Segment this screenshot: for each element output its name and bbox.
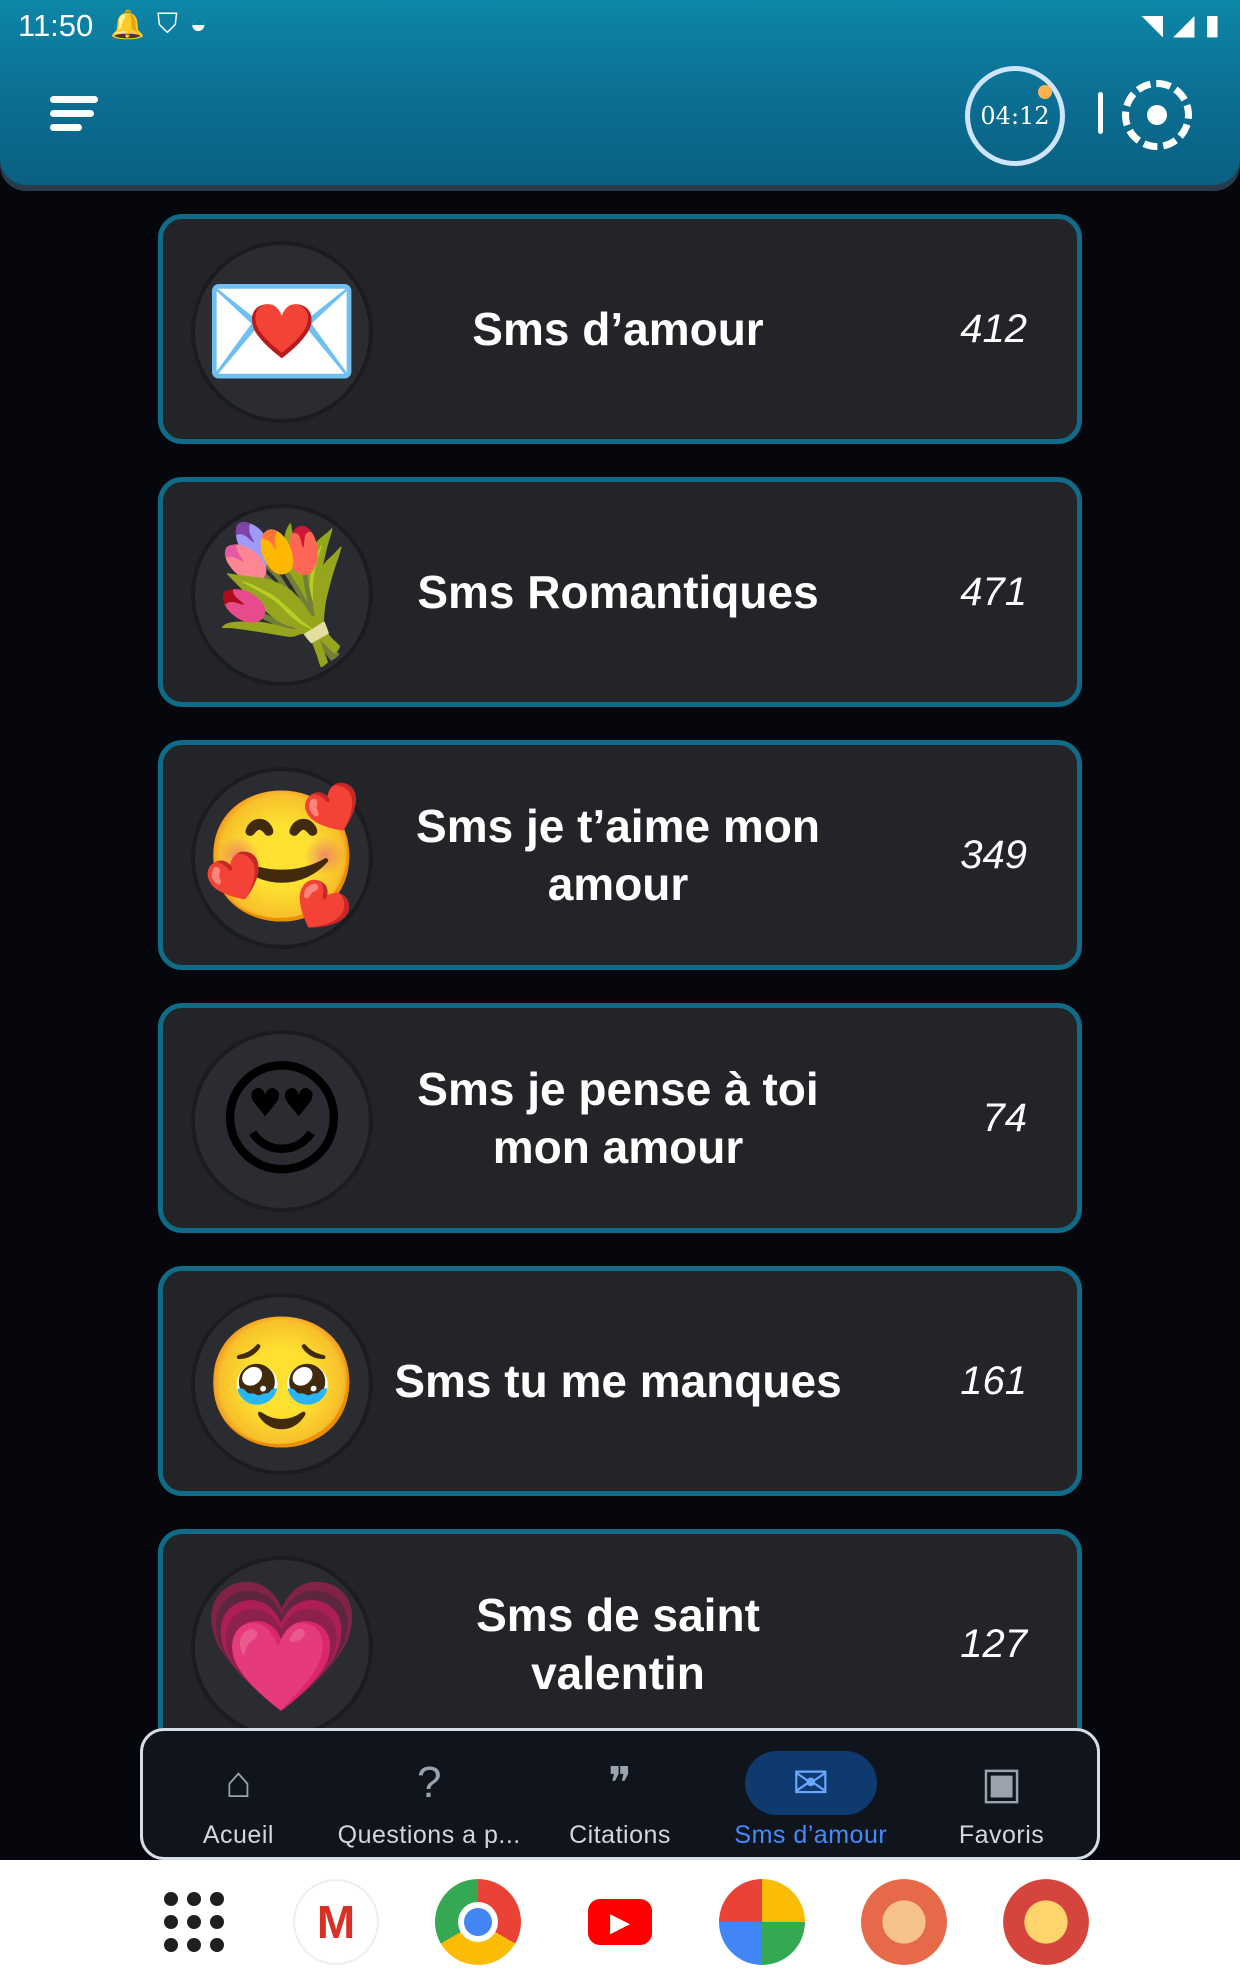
notification-icon: 🔔 — [110, 9, 145, 40]
chrome-icon[interactable] — [435, 1879, 521, 1965]
category-card[interactable]: 💐 Sms Romantiques 471 — [158, 477, 1082, 707]
nav-label: Acueil — [202, 1821, 274, 1849]
nav-item-favoris[interactable]: ▣ Favoris — [906, 1731, 1097, 1857]
timer-value: 04:12 — [980, 102, 1050, 130]
category-count: 471 — [960, 569, 1027, 614]
nav-label: Sms d’amour — [734, 1821, 888, 1849]
bouquet-icon: 💐 — [191, 504, 373, 686]
category-count: 74 — [982, 1095, 1028, 1140]
category-title: Sms tu me manques — [394, 1355, 842, 1407]
app-icon-2[interactable] — [1003, 1879, 1089, 1965]
battery-icon: ▮ — [1204, 9, 1220, 40]
nav-item-sms-amour[interactable]: ✉ Sms d’amour — [715, 1731, 906, 1857]
screen: 11:50 🔔 ⛉ ◒ ◥ ◢ ▮ 04:12 💌 Sms d’amour 41… — [0, 0, 1240, 1984]
heart-icon: 💗 — [191, 1556, 373, 1738]
heart-eyes-icon: 😍 — [191, 1030, 373, 1212]
nav-label: Favoris — [958, 1821, 1045, 1849]
category-card[interactable]: 🥰 Sms je t’aime mon amour 349 — [158, 740, 1082, 970]
mail-icon: ✉ — [744, 1751, 877, 1815]
bottom-navigation: ⌂ Acueil ? Questions a p... ❞ Citations … — [140, 1728, 1100, 1860]
category-title: Sms Romantiques — [417, 566, 819, 618]
quote-icon: ❞ — [608, 1758, 632, 1808]
status-icons-left: 🔔 ⛉ ◒ — [110, 8, 207, 41]
timer-progress-dot — [1038, 85, 1052, 99]
status-icons-right: ◥ ◢ ▮ — [1141, 8, 1220, 41]
settings-icon[interactable] — [1122, 80, 1192, 150]
wifi-icon: ◥ — [1141, 9, 1164, 40]
category-title: Sms de saint valentin — [476, 1589, 760, 1699]
header-divider — [1098, 92, 1103, 134]
home-icon: ⌂ — [225, 1758, 252, 1807]
nav-label: Questions a p... — [337, 1821, 521, 1849]
category-card[interactable]: 💌 Sms d’amour 412 — [158, 214, 1082, 444]
app-drawer-icon[interactable] — [151, 1879, 237, 1965]
signal-icon: ◢ — [1173, 9, 1195, 40]
timer-ring[interactable]: 04:12 — [965, 66, 1065, 166]
love-letter-icon: 💌 — [191, 241, 373, 423]
category-card[interactable]: 💗 Sms de saint valentin 127 — [158, 1529, 1082, 1759]
gmail-icon[interactable]: M — [293, 1879, 379, 1965]
app-dock: M ▶ — [0, 1860, 1240, 1984]
category-title: Sms d’amour — [472, 303, 764, 355]
category-count: 412 — [960, 306, 1027, 351]
nav-item-citations[interactable]: ❞ Citations — [525, 1731, 716, 1857]
holding-back-tears-icon: 🥹 — [191, 1293, 373, 1475]
category-card[interactable]: 😍 Sms je pense à toi mon amour 74 — [158, 1003, 1082, 1233]
shield-icon: ⛉ — [156, 8, 178, 39]
circle-icon: ◒ — [189, 8, 207, 39]
category-title: Sms je t’aime mon amour — [416, 800, 820, 910]
youtube-icon[interactable]: ▶ — [577, 1879, 663, 1965]
nav-item-acueil[interactable]: ⌂ Acueil — [143, 1731, 334, 1857]
category-title: Sms je pense à toi mon amour — [417, 1063, 819, 1173]
category-count: 349 — [960, 832, 1027, 877]
app-icon-1[interactable] — [861, 1879, 947, 1965]
photos-icon[interactable] — [719, 1879, 805, 1965]
question-icon: ? — [416, 1758, 442, 1807]
category-card[interactable]: 🥹 Sms tu me manques 161 — [158, 1266, 1082, 1496]
top-app-bar: 11:50 🔔 ⛉ ◒ ◥ ◢ ▮ 04:12 — [0, 0, 1240, 185]
smiling-face-with-hearts-icon: 🥰 — [191, 767, 373, 949]
category-count: 161 — [960, 1358, 1027, 1403]
library-icon: ▣ — [980, 1758, 1023, 1808]
nav-item-questions[interactable]: ? Questions a p... — [334, 1731, 525, 1857]
nav-label: Citations — [569, 1821, 671, 1849]
category-count: 127 — [960, 1621, 1027, 1666]
status-time: 11:50 — [18, 8, 94, 43]
menu-icon[interactable] — [50, 96, 98, 134]
